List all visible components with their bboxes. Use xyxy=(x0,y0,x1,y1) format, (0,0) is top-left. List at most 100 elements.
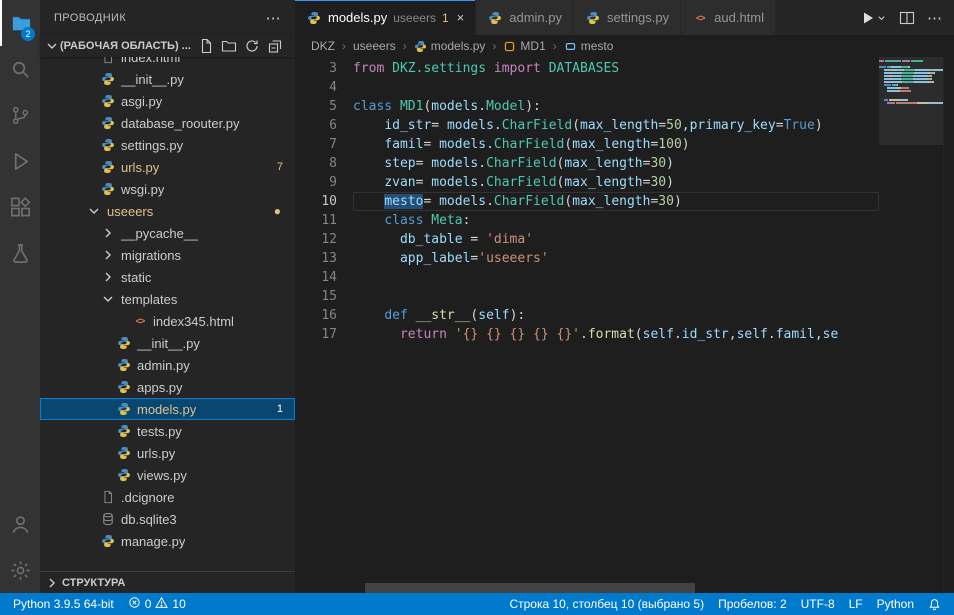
tree-item-views.py[interactable]: views.py xyxy=(40,464,295,486)
tree-item-__init__.py[interactable]: __init__.py xyxy=(40,332,295,354)
tree-item-templates[interactable]: templates xyxy=(40,288,295,310)
code-line-15[interactable] xyxy=(353,287,879,306)
code-line-3[interactable]: from DKZ.settings import DATABASES xyxy=(353,59,879,78)
collapse-folders-icon[interactable] xyxy=(267,38,283,54)
tree-item-label: views.py xyxy=(137,468,187,483)
tree-item-apps.py[interactable]: apps.py xyxy=(40,376,295,398)
workspace-section-header[interactable]: (РАБОЧАЯ ОБЛАСТЬ) ... xyxy=(40,35,295,57)
tree-item-label: useeers xyxy=(107,204,153,219)
tree-item-database_roouter.py[interactable]: database_roouter.py xyxy=(40,112,295,134)
code-line-13[interactable]: app_label='useeers' xyxy=(353,249,879,268)
refresh-icon[interactable] xyxy=(244,38,260,54)
minimap[interactable] xyxy=(879,57,943,593)
tree-item-.dcignore[interactable]: .dcignore xyxy=(40,486,295,508)
code-line-10[interactable]: mesto= models.CharField(max_length=30) xyxy=(353,192,879,211)
eol-item[interactable]: LF xyxy=(842,593,870,615)
tree-item-label: admin.py xyxy=(137,358,190,373)
breadcrumb-label: MD1 xyxy=(520,39,545,53)
code-line-8[interactable]: step= models.CharField(max_length=30) xyxy=(353,154,879,173)
code-editor[interactable]: 34567891011121314151617 from DKZ.setting… xyxy=(295,57,954,593)
chevron-right-icon xyxy=(100,225,116,241)
tree-item-index345.html[interactable]: <>index345.html xyxy=(40,310,295,332)
chevron-down-icon xyxy=(86,203,102,219)
indentation-item[interactable]: Пробелов: 2 xyxy=(711,593,794,615)
tree-item-asgi.py[interactable]: asgi.py xyxy=(40,90,295,112)
more-actions-icon[interactable]: ⋯ xyxy=(927,9,942,27)
py-file-icon xyxy=(116,445,132,461)
tree-item-db.sqlite3[interactable]: db.sqlite3 xyxy=(40,508,295,530)
python-interpreter-item[interactable]: Python 3.9.5 64-bit xyxy=(6,593,121,615)
views-more-actions-icon[interactable]: ⋯ xyxy=(266,9,281,27)
cursor-position-item[interactable]: Строка 10, столбец 10 (выбрано 5) xyxy=(502,593,711,615)
tab-description: useeers xyxy=(393,11,436,25)
code-line-7[interactable]: famil= models.CharField(max_length=100) xyxy=(353,135,879,154)
problems-item[interactable]: 0 10 xyxy=(121,593,193,615)
tab-admin.py[interactable]: admin.py xyxy=(476,0,574,35)
tree-item-wsgi.py[interactable]: wsgi.py xyxy=(40,178,295,200)
file-tree: index.html__init__.pyasgi.pydatabase_roo… xyxy=(40,57,295,571)
breadcrumb-item-MD1[interactable]: MD1 xyxy=(503,39,545,53)
explorer-actions xyxy=(198,38,291,54)
tab-label: admin.py xyxy=(509,10,562,25)
activity-bar: 2 xyxy=(0,0,40,593)
db-file-icon xyxy=(100,511,116,527)
tree-item-settings.py[interactable]: settings.py xyxy=(40,134,295,156)
py-file-icon xyxy=(116,423,132,439)
encoding-item[interactable]: UTF-8 xyxy=(794,593,842,615)
outline-section-header[interactable]: СТРУКТУРА xyxy=(40,571,295,593)
source-control-icon[interactable] xyxy=(0,92,40,138)
code-line-17[interactable]: return '{} {} {} {} {}'.format(self.id_s… xyxy=(353,325,879,344)
tree-item-useeers[interactable]: useeers● xyxy=(40,200,295,222)
code-line-9[interactable]: zvan= models.CharField(max_length=30) xyxy=(353,173,879,192)
tree-item-__pycache__[interactable]: __pycache__ xyxy=(40,222,295,244)
breadcrumb-item-models.py[interactable]: models.py xyxy=(414,39,486,53)
new-file-icon[interactable] xyxy=(198,38,214,54)
extensions-icon[interactable] xyxy=(0,184,40,230)
tree-item-index.html[interactable]: index.html xyxy=(40,57,295,68)
language-mode-item[interactable]: Python xyxy=(870,593,921,615)
tree-item-urls.py[interactable]: urls.py xyxy=(40,442,295,464)
line-number: 6 xyxy=(295,116,337,135)
tree-item-models.py[interactable]: models.py1 xyxy=(40,398,295,420)
tree-item-manage.py[interactable]: manage.py xyxy=(40,530,295,552)
tree-item-migrations[interactable]: migrations xyxy=(40,244,295,266)
code-line-16[interactable]: def __str__(self): xyxy=(353,306,879,325)
tab-aud.html[interactable]: <>aud.html xyxy=(681,0,776,35)
py-file-icon xyxy=(487,10,503,26)
testing-flask-icon[interactable] xyxy=(0,230,40,276)
account-icon[interactable] xyxy=(0,501,40,547)
horizontal-scrollbar[interactable] xyxy=(365,583,695,593)
tab-settings.py[interactable]: settings.py xyxy=(574,0,681,35)
run-debug-icon[interactable] xyxy=(0,138,40,184)
code-line-4[interactable] xyxy=(353,78,879,97)
split-editor-icon[interactable] xyxy=(899,10,915,26)
tree-item-urls.py[interactable]: urls.py7 xyxy=(40,156,295,178)
sidebar-title: ПРОВОДНИК xyxy=(54,12,126,24)
tree-item-label: __init__.py xyxy=(137,336,200,351)
tree-item-__init__.py[interactable]: __init__.py xyxy=(40,68,295,90)
close-icon[interactable]: × xyxy=(457,10,465,25)
new-folder-icon[interactable] xyxy=(221,38,237,54)
code-line-14[interactable] xyxy=(353,268,879,287)
breadcrumb-item-mesto[interactable]: mesto xyxy=(564,39,614,53)
tab-models.py[interactable]: models.pyuseeers1× xyxy=(295,0,476,35)
code-line-6[interactable]: id_str= models.CharField(max_length=50,p… xyxy=(353,116,879,135)
notifications-bell-icon[interactable] xyxy=(921,593,948,615)
tree-item-admin.py[interactable]: admin.py xyxy=(40,354,295,376)
code-line-12[interactable]: db_table = 'dima' xyxy=(353,230,879,249)
settings-gear-icon[interactable] xyxy=(0,547,40,593)
explorer-icon[interactable]: 2 xyxy=(0,0,40,46)
search-icon[interactable] xyxy=(0,46,40,92)
code-content[interactable]: from DKZ.settings import DATABASES class … xyxy=(353,57,879,593)
tree-item-tests.py[interactable]: tests.py xyxy=(40,420,295,442)
breadcrumb-item-useeers[interactable]: useeers xyxy=(353,39,396,53)
tree-item-static[interactable]: static xyxy=(40,266,295,288)
tree-item-label: wsgi.py xyxy=(121,182,164,197)
run-python-file-button[interactable] xyxy=(860,10,887,26)
breadcrumb-item-DKZ[interactable]: DKZ xyxy=(311,39,335,53)
tree-item-label: manage.py xyxy=(121,534,185,549)
tab-bar: models.pyuseeers1× admin.py settings.py<>a… xyxy=(295,0,954,35)
code-line-11[interactable]: class Meta: xyxy=(353,211,879,230)
code-line-5[interactable]: class MD1(models.Model): xyxy=(353,97,879,116)
sidebar-header: ПРОВОДНИК ⋯ xyxy=(40,0,295,35)
